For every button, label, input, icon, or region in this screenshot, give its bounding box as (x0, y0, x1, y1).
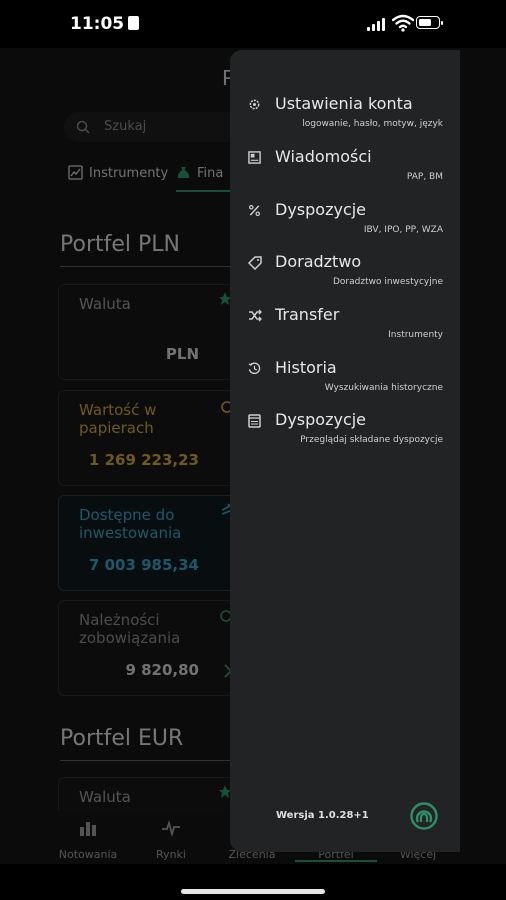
menu-item-title: Dyspozycje (275, 410, 367, 429)
home-indicator[interactable] (181, 889, 325, 894)
menu-item-wiadomosci[interactable]: Wiadomości PAP, BM (230, 145, 460, 195)
menu-item-historia[interactable]: Historia Wyszukiwania historyczne (230, 356, 460, 406)
menu-item-dyspozycje-przegladaj[interactable]: Dyspozycje Przeglądaj składane dyspozycj… (230, 408, 460, 458)
signal-icon (367, 17, 389, 31)
document-icon (248, 414, 261, 428)
menu-item-title: Wiadomości (275, 147, 372, 166)
history-icon (248, 362, 261, 375)
menu-item-subtitle: Przeglądaj składane dyspozycje (300, 435, 443, 445)
app-version: Wersja 1.0.28+1 (276, 810, 369, 821)
app-screen: 11:05 P Szukaj Instrumenty Fina Portfel … (0, 0, 506, 900)
menu-item-subtitle: Instrumenty (388, 330, 443, 340)
menu-item-title: Ustawienia konta (275, 94, 413, 113)
menu-item-subtitle: IBV, IPO, PP, WZA (363, 225, 443, 235)
newspaper-icon (248, 151, 261, 164)
menu-item-ustawienia[interactable]: Ustawienia konta logowanie, hasło, motyw… (230, 92, 460, 142)
shuffle-icon (249, 309, 262, 322)
menu-item-subtitle: Wyszukiwania historyczne (324, 383, 443, 393)
brand-logo-icon (410, 802, 438, 830)
menu-item-doradztwo[interactable]: Doradztwo Doradztwo inwestycyjne (230, 250, 460, 300)
battery-icon (416, 16, 443, 29)
tag-icon (248, 256, 262, 270)
status-bar: 11:05 (0, 0, 506, 48)
wifi-icon (392, 14, 414, 32)
menu-item-subtitle: logowanie, hasło, motyw, język (302, 119, 443, 129)
id-badge-icon (128, 16, 140, 30)
home-bar (0, 864, 506, 900)
menu-item-title: Transfer (275, 305, 340, 324)
percent-icon (248, 204, 261, 217)
menu-item-transfer[interactable]: Transfer Instrumenty (230, 303, 460, 353)
menu-item-subtitle: PAP, BM (406, 172, 443, 182)
menu-item-title: Historia (275, 358, 337, 377)
menu-item-title: Dyspozycje (275, 200, 367, 219)
menu-item-dyspozycje[interactable]: Dyspozycje IBV, IPO, PP, WZA (230, 198, 460, 248)
gear-icon (249, 99, 260, 110)
menu-item-title: Doradztwo (275, 252, 362, 271)
side-drawer: Ustawienia konta logowanie, hasło, motyw… (230, 50, 460, 852)
status-time: 11:05 (70, 14, 140, 34)
menu-item-subtitle: Doradztwo inwestycyjne (332, 277, 443, 287)
